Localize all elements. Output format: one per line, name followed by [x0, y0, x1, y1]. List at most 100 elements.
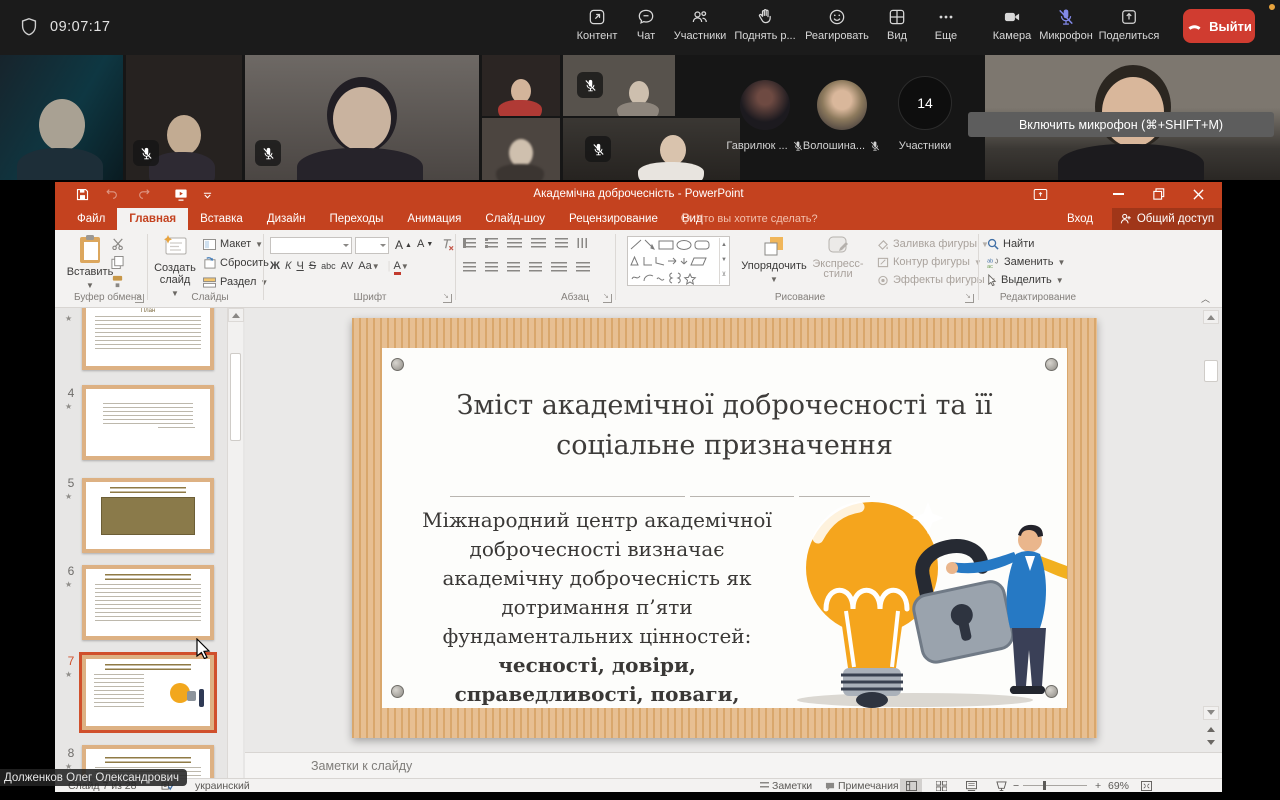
video-tile-5[interactable]: [482, 118, 560, 180]
thumbnail-slide-6[interactable]: [82, 565, 214, 640]
replace-button[interactable]: abac Заменить ▼: [987, 256, 1065, 268]
next-slide-button[interactable]: [1203, 736, 1219, 750]
line-spacing-button[interactable]: [555, 238, 568, 250]
italic-button[interactable]: К: [285, 260, 291, 272]
select-button[interactable]: Выделить ▼: [987, 274, 1064, 286]
zoom-level[interactable]: 69%: [1108, 780, 1129, 792]
notes-toggle-button[interactable]: Заметки: [760, 780, 812, 792]
text-direction-button[interactable]: [577, 238, 587, 248]
tab-home[interactable]: Главная: [117, 208, 188, 230]
video-tile-1[interactable]: [0, 55, 123, 180]
tab-transitions[interactable]: Переходы: [317, 208, 395, 230]
justify-button[interactable]: [529, 262, 542, 272]
share-screen-button[interactable]: Поделиться: [1096, 7, 1162, 49]
font-dialog-launcher[interactable]: ↘: [443, 294, 452, 303]
participants-count-tile[interactable]: 14 Участники: [879, 76, 971, 152]
new-slide-button[interactable]: Создать слайд ▼: [151, 234, 199, 300]
content-button[interactable]: Контент: [570, 7, 624, 49]
thumbnail-slide-4[interactable]: [82, 385, 214, 460]
share-button[interactable]: Общий доступ: [1112, 208, 1222, 230]
font-name-combobox[interactable]: [270, 237, 352, 254]
shapes-gallery[interactable]: ▲▼⊻: [627, 236, 730, 286]
change-case-button[interactable]: Aa▼: [358, 260, 379, 272]
video-tile-6[interactable]: [563, 55, 675, 116]
close-button[interactable]: [1193, 189, 1204, 200]
more-button[interactable]: Еще: [922, 7, 970, 49]
slide-canvas[interactable]: Зміст академічної доброчесності та її со…: [352, 318, 1097, 738]
reading-view-button[interactable]: [960, 779, 982, 792]
tell-me-box[interactable]: Что вы хотите сделать?: [680, 208, 818, 230]
raise-hand-button[interactable]: Поднять р...: [731, 7, 799, 49]
arrange-button[interactable]: Упорядочить ▼: [741, 234, 807, 286]
scroll-down-button[interactable]: [1203, 706, 1219, 720]
camera-button[interactable]: Камера: [984, 7, 1040, 49]
zoom-out-button[interactable]: −: [1013, 780, 1019, 792]
reset-button[interactable]: Сбросить: [203, 257, 269, 269]
fit-to-window-button[interactable]: [1135, 779, 1157, 792]
microphone-button[interactable]: Микрофон: [1035, 7, 1097, 49]
scroll-up-button[interactable]: [1203, 310, 1219, 324]
slide-sorter-view-button[interactable]: [930, 779, 952, 792]
video-tile-3[interactable]: [245, 55, 479, 180]
paste-button[interactable]: Вставить ▼: [67, 234, 113, 292]
react-button[interactable]: Реагировать: [799, 7, 875, 49]
video-tile-4[interactable]: [482, 55, 560, 116]
clipboard-dialog-launcher[interactable]: ↘: [135, 294, 144, 303]
drawing-dialog-launcher[interactable]: ↘: [965, 294, 974, 303]
shape-fill-button[interactable]: Заливка фигуры ▼: [877, 238, 989, 250]
thumbnail-scroll-up-button[interactable]: [228, 308, 244, 322]
underline-button[interactable]: Ч: [296, 260, 303, 272]
layout-button[interactable]: Макет ▼: [203, 238, 263, 250]
tab-file[interactable]: Файл: [65, 208, 117, 230]
video-tile-7[interactable]: [563, 118, 740, 180]
clear-formatting-button[interactable]: [441, 238, 454, 251]
grow-font-button[interactable]: A▲: [395, 238, 412, 252]
restore-button[interactable]: [1153, 188, 1165, 200]
align-left-button[interactable]: [463, 262, 476, 272]
collapse-ribbon-icon[interactable]: ︿: [1201, 292, 1210, 305]
video-tile-2[interactable]: [126, 55, 242, 180]
shrink-font-button[interactable]: A▼: [417, 238, 433, 250]
font-color-button[interactable]: A▼: [394, 260, 409, 272]
thumbnail-slide-3[interactable]: План: [82, 308, 214, 370]
slide-scrollbar[interactable]: [1203, 308, 1219, 752]
security-shield-icon[interactable]: [18, 16, 40, 38]
tab-animations[interactable]: Анимация: [395, 208, 473, 230]
smartart-convert-button[interactable]: [576, 262, 590, 274]
bold-button[interactable]: Ж: [270, 260, 280, 272]
find-button[interactable]: Найти: [987, 238, 1034, 250]
bullets-button[interactable]: [463, 238, 476, 248]
comments-toggle-button[interactable]: Примечания: [825, 780, 899, 792]
normal-view-button[interactable]: [900, 779, 922, 792]
tab-slideshow[interactable]: Слайд-шоу: [473, 208, 557, 230]
leave-meeting-button[interactable]: Выйти: [1183, 9, 1255, 43]
notes-pane[interactable]: Заметки к слайду: [245, 752, 1222, 778]
view-button[interactable]: Вид: [875, 7, 919, 49]
ribbon-display-options-icon[interactable]: [1033, 188, 1048, 201]
thumbnail-scroll-thumb[interactable]: [230, 353, 241, 441]
copy-button[interactable]: [111, 256, 124, 269]
format-painter-button[interactable]: [111, 275, 124, 288]
numbering-button[interactable]: [485, 238, 498, 248]
minimize-button[interactable]: [1113, 193, 1124, 196]
strikethrough-button[interactable]: S: [309, 260, 316, 272]
quick-styles-button[interactable]: Экспресс- стили: [807, 234, 869, 280]
section-button[interactable]: Раздел ▼: [203, 276, 268, 288]
shape-outline-button[interactable]: Контур фигуры ▼: [877, 256, 982, 268]
paragraph-dialog-launcher[interactable]: ↘: [603, 294, 612, 303]
previous-slide-button[interactable]: [1203, 722, 1219, 736]
thumbnail-slide-7-selected[interactable]: [82, 655, 214, 730]
thumbnail-slide-5[interactable]: [82, 478, 214, 553]
tab-review[interactable]: Рецензирование: [557, 208, 670, 230]
tab-design[interactable]: Дизайн: [255, 208, 318, 230]
sign-in-button[interactable]: Вход: [1067, 208, 1093, 230]
slideshow-view-button[interactable]: [990, 779, 1012, 792]
shapes-gallery-scroll[interactable]: ▲▼⊻: [719, 238, 728, 284]
decrease-indent-button[interactable]: [507, 238, 522, 248]
participants-button[interactable]: Участники: [666, 7, 734, 49]
tab-insert[interactable]: Вставка: [188, 208, 255, 230]
text-shadow-button[interactable]: abc: [321, 261, 336, 271]
zoom-slider-thumb[interactable]: [1043, 781, 1046, 790]
columns-button[interactable]: [551, 262, 567, 272]
character-spacing-button[interactable]: AV: [341, 261, 354, 272]
